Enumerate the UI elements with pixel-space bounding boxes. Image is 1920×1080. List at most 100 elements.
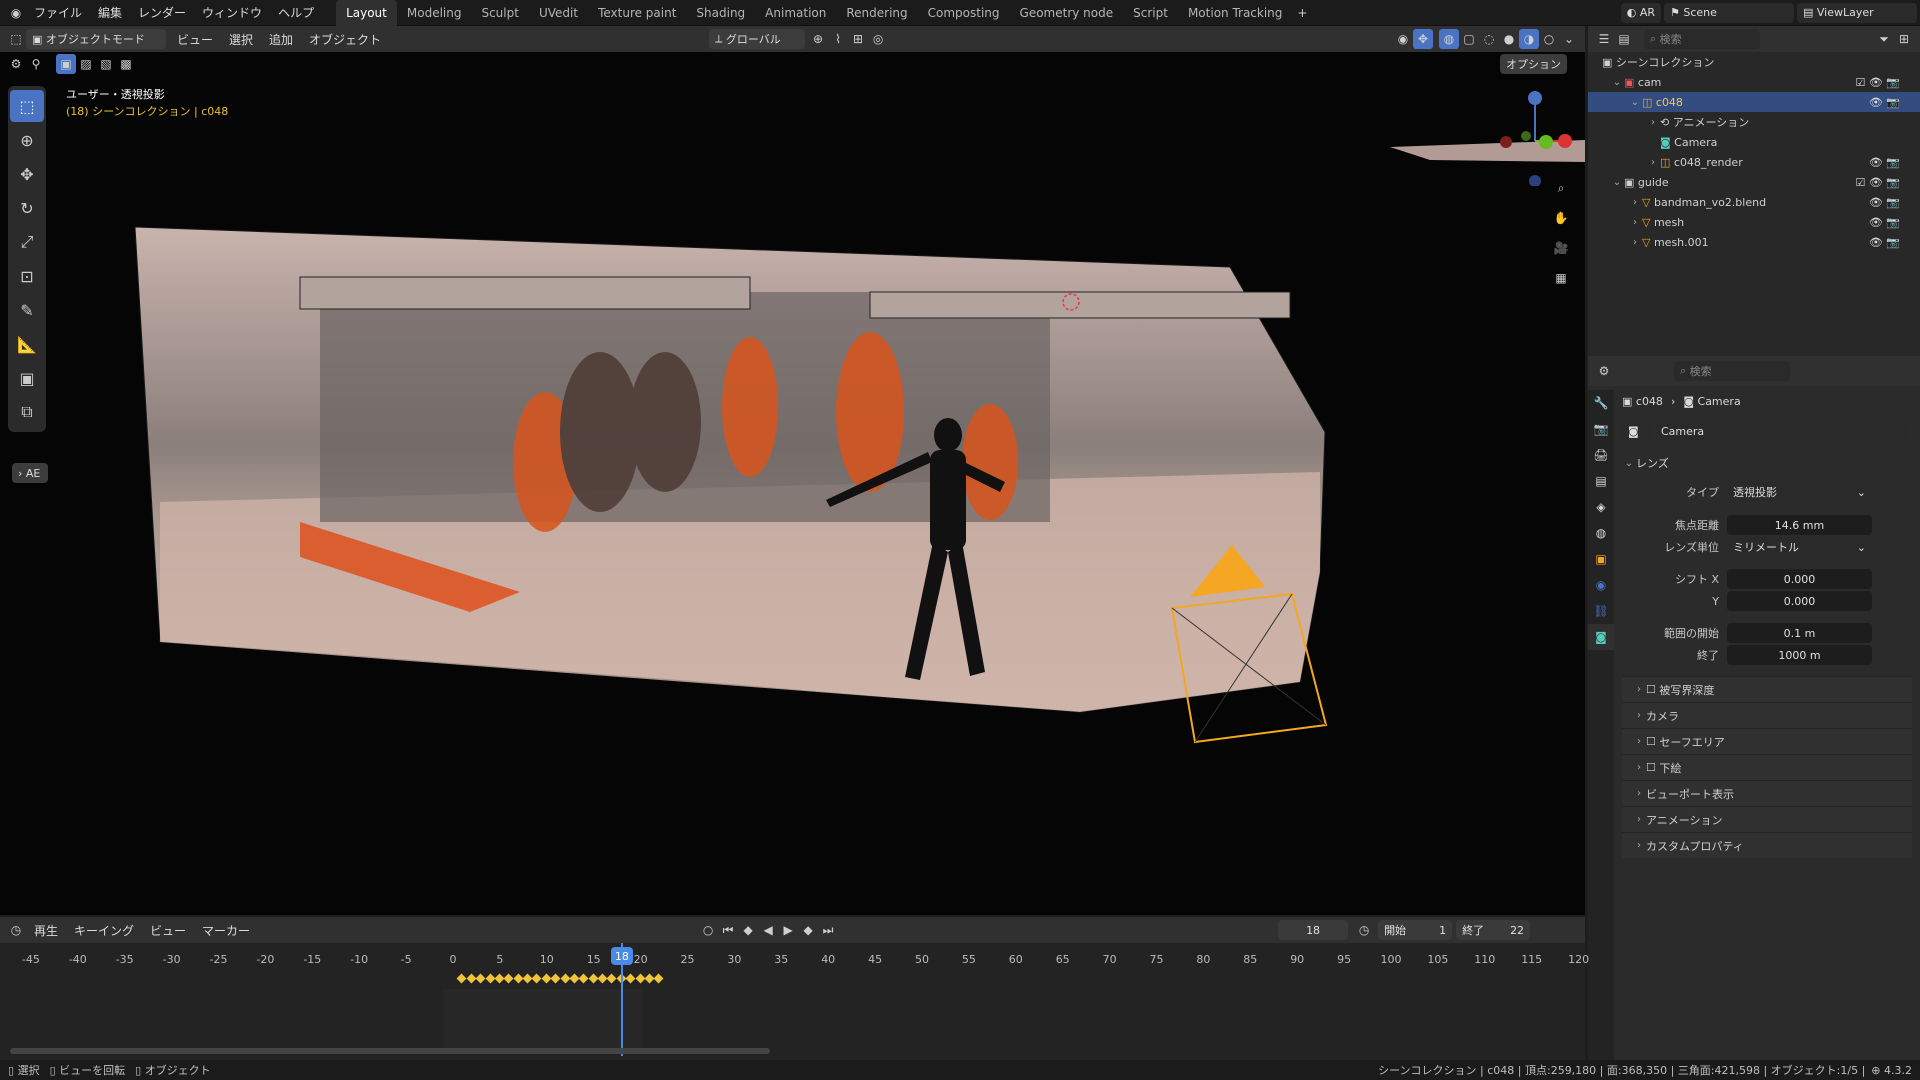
visibility-icon[interactable]: ◉	[1393, 29, 1413, 49]
panel-custom-properties[interactable]: › カスタムプロパティ	[1622, 832, 1912, 858]
options-button[interactable]: オプション	[1500, 54, 1570, 74]
scene-selector[interactable]: ⚑ Scene	[1664, 2, 1794, 23]
lens-unit-dropdown[interactable]: ミリメートル ⌄	[1727, 537, 1872, 557]
render-engine-button[interactable]: ◐ AR	[1620, 2, 1661, 23]
zoom-icon[interactable]: ⌕	[1551, 178, 1571, 198]
outliner-item-c048[interactable]: ⌄ ◫ c048 👁 📷	[1588, 92, 1920, 112]
measure-tool-icon[interactable]: 📐	[10, 328, 44, 360]
eye-icon[interactable]: 👁 📷	[1869, 96, 1900, 109]
world-tab-icon[interactable]: ◍	[1588, 520, 1614, 546]
mode-selector[interactable]: ▣ オブジェクトモード	[26, 29, 166, 49]
ae-addon-button[interactable]: › AE	[12, 463, 48, 483]
chevron-down-icon[interactable]: ⌄	[1628, 97, 1642, 108]
material-shading-icon[interactable]: ◑	[1519, 29, 1539, 49]
panel-checkbox-icon[interactable]: ☐	[1646, 735, 1659, 748]
rendered-shading-icon[interactable]: ○	[1539, 29, 1559, 49]
chevron-right-icon[interactable]: ›	[1646, 117, 1660, 128]
overlay-icon[interactable]: ◍	[1439, 29, 1459, 49]
datablock-name-field[interactable]: Camera	[1655, 421, 1909, 441]
clock-icon[interactable]: ◷	[1354, 920, 1374, 940]
jump-end-icon[interactable]: ⏭	[818, 920, 838, 940]
tab-modeling[interactable]: Modeling	[397, 0, 472, 26]
physics-tab-icon[interactable]: ◉	[1588, 572, 1614, 598]
move-tool-icon[interactable]: ✥	[10, 158, 44, 190]
orientation-selector[interactable]: ⟂ グローバル	[709, 29, 806, 49]
keyframe-diamond[interactable]	[485, 973, 495, 984]
grid-view-icon[interactable]: ▦	[1551, 268, 1571, 288]
view-layer-tab-icon[interactable]: ▤	[1588, 468, 1614, 494]
outliner-item-bandman[interactable]: › ▽ bandman_vo2.blend 👁 📷	[1588, 192, 1920, 212]
gizmo-icon[interactable]: ✥	[1413, 29, 1433, 49]
chevron-down-icon[interactable]: ⌄	[1610, 77, 1624, 88]
eye-icon[interactable]: ☑ 👁 📷	[1855, 76, 1900, 89]
menu-playback[interactable]: 再生	[26, 917, 66, 943]
outliner-item-mesh-001[interactable]: › ▽ mesh.001 👁 📷	[1588, 232, 1920, 252]
editor-type-icon[interactable]: ⬚	[6, 29, 26, 49]
viewlayer-selector[interactable]: ▤ ViewLayer	[1797, 2, 1917, 23]
keyframe-diamond[interactable]	[635, 973, 646, 984]
scale-tool-icon[interactable]: ⤢	[10, 226, 44, 258]
select-box-tool-icon[interactable]: ⬚	[10, 90, 44, 122]
outliner-root[interactable]: ▣ シーンコレクション	[1588, 52, 1920, 72]
outliner-item-mesh[interactable]: › ▽ mesh 👁 📷	[1588, 212, 1920, 232]
camera-data-tab-icon[interactable]: ◙	[1588, 624, 1614, 650]
tab-geometry-node[interactable]: Geometry node	[1010, 0, 1124, 26]
jump-start-icon[interactable]: ⏮	[718, 920, 738, 940]
clip-end-field[interactable]: 1000 m	[1727, 645, 1872, 665]
panel-depth-of-field[interactable]: › ☐ 被写界深度	[1622, 676, 1912, 702]
3d-viewport[interactable]: ユーザー・透視投影 (18) シーンコレクション | c048 ⌕ ✋ 🎥 ▦	[0, 52, 1585, 915]
keyframe-diamond[interactable]	[550, 973, 561, 984]
tab-layout[interactable]: Layout	[336, 0, 397, 26]
menu-add[interactable]: 追加	[261, 26, 301, 52]
timeline-editor[interactable]: ◷ 再生 キーイング ビュー マーカー ○ ⏮ ◆ ◀ ▶ ◆ ⏭ 18 ◷ 開…	[0, 917, 1589, 1060]
tab-texture-paint[interactable]: Texture paint	[588, 0, 686, 26]
menu-keying[interactable]: キーイング	[66, 917, 142, 943]
menu-timeline-view[interactable]: ビュー	[142, 917, 194, 943]
pivot-icon[interactable]: ⊕	[808, 29, 828, 49]
menu-edit[interactable]: 編集	[90, 0, 130, 26]
lens-panel-header[interactable]: ⌄ レンズ	[1622, 450, 1912, 476]
keyframe-diamond[interactable]	[475, 973, 486, 984]
add-object-tool-icon[interactable]: ⧉	[10, 396, 44, 428]
keyframe-diamond[interactable]	[560, 973, 570, 984]
menu-object[interactable]: オブジェクト	[301, 26, 389, 52]
select-intersect-icon[interactable]: ▩	[116, 54, 136, 74]
keyframe-diamond[interactable]	[625, 973, 636, 984]
menu-window[interactable]: ウィンドウ	[194, 0, 270, 26]
next-keyframe-icon[interactable]: ◆	[798, 920, 818, 940]
pan-hand-icon[interactable]: ✋	[1551, 208, 1571, 228]
filter-icon[interactable]: ⚲	[26, 54, 46, 74]
new-collection-icon[interactable]: ⊞	[1894, 29, 1914, 49]
clip-start-field[interactable]: 0.1 m	[1727, 623, 1872, 643]
chevron-right-icon[interactable]: ›	[1646, 157, 1660, 168]
select-subtract-icon[interactable]: ▧	[96, 54, 116, 74]
settings-gear-icon[interactable]: ⚙	[6, 54, 26, 74]
keyframe-diamond[interactable]	[503, 973, 514, 984]
tab-shading[interactable]: Shading	[686, 0, 755, 26]
timeline-editor-icon[interactable]: ◷	[6, 920, 26, 940]
keyframe-diamond[interactable]	[578, 973, 589, 984]
eye-icon[interactable]: 👁 📷	[1869, 236, 1900, 249]
add-workspace-icon[interactable]: +	[1292, 3, 1312, 23]
select-box-mode-icon[interactable]: ▣	[56, 54, 76, 74]
render-tab-icon[interactable]: 📷	[1588, 416, 1614, 442]
end-frame-field[interactable]: 終了 22	[1456, 920, 1531, 940]
tab-uvedit[interactable]: UVedit	[529, 0, 588, 26]
annotate-tool-icon[interactable]: ✎	[10, 294, 44, 326]
filter-funnel-icon[interactable]: ⏷	[1874, 29, 1894, 49]
chevron-down-icon[interactable]: ⌄	[1610, 177, 1624, 188]
tool-tab-icon[interactable]: 🔧	[1588, 390, 1614, 416]
outliner-editor-icon[interactable]: ☰	[1594, 29, 1614, 49]
snap-target-icon[interactable]: ⊞	[848, 29, 868, 49]
menu-help[interactable]: ヘルプ	[270, 0, 322, 26]
panel-camera[interactable]: › カメラ	[1622, 702, 1912, 728]
outliner-item-c048-render[interactable]: › ◫ c048_render 👁 📷	[1588, 152, 1920, 172]
proportional-edit-icon[interactable]: ◎	[868, 29, 888, 49]
menu-render[interactable]: レンダー	[130, 0, 194, 26]
outliner-item-animation[interactable]: › ⟲ アニメーション	[1588, 112, 1920, 132]
solid-shading-icon[interactable]: ●	[1499, 29, 1519, 49]
eye-icon[interactable]: 👁 📷	[1869, 156, 1900, 169]
xray-icon[interactable]: ▢	[1459, 29, 1479, 49]
shift-y-field[interactable]: 0.000	[1727, 591, 1872, 611]
eye-icon[interactable]: 👁 📷	[1869, 216, 1900, 229]
